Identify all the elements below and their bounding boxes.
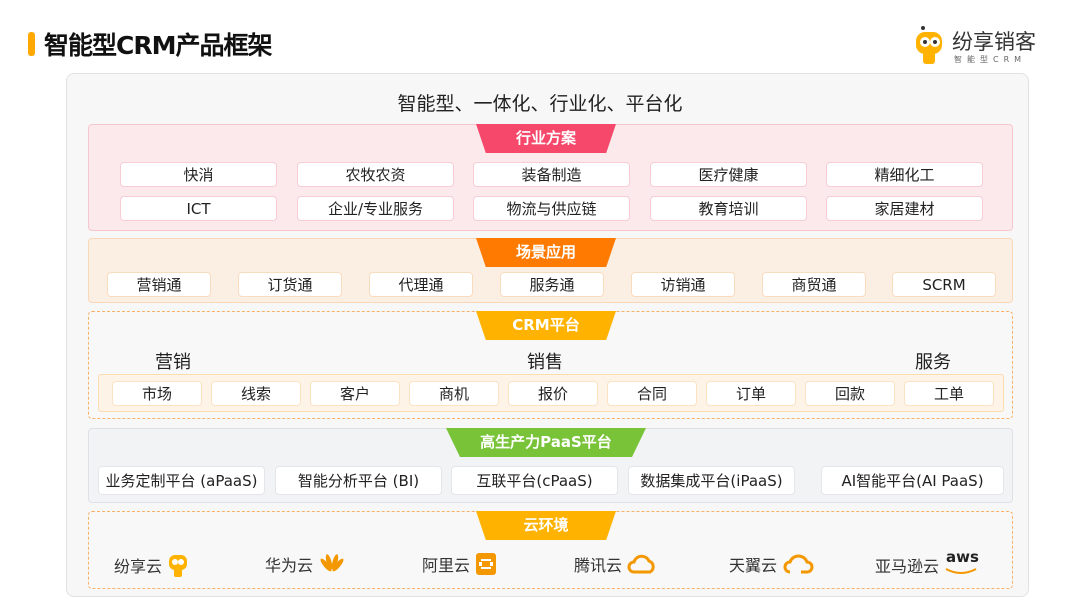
- cloud-fxiaoke: 纷享云: [114, 552, 189, 578]
- industry-item[interactable]: 装备制造: [473, 162, 630, 187]
- crm-module[interactable]: 客户: [310, 381, 400, 406]
- fxiaoke-bee-icon: [169, 555, 188, 577]
- aws-logo-text: aws: [946, 548, 979, 566]
- cloud-label: 亚马逊云: [875, 557, 940, 576]
- crm-module[interactable]: 订单: [706, 381, 796, 406]
- crm-module[interactable]: 回款: [805, 381, 895, 406]
- cloud-label: 天翼云: [729, 556, 778, 575]
- crm-module[interactable]: 商机: [409, 381, 499, 406]
- crm-module[interactable]: 报价: [508, 381, 598, 406]
- industry-tab: 行业方案: [476, 124, 616, 153]
- industry-item[interactable]: 农牧农资: [297, 162, 454, 187]
- cloud-label: 华为云: [265, 556, 314, 575]
- crm-module[interactable]: 线索: [211, 381, 301, 406]
- crm-tab: CRM平台: [476, 311, 616, 340]
- scenario-item[interactable]: 服务通: [500, 272, 604, 297]
- brand-logo: 纷享销客 智能型CRM: [912, 24, 1062, 68]
- cloud-label: 腾讯云: [574, 556, 623, 575]
- crm-module[interactable]: 合同: [607, 381, 697, 406]
- page-title: 智能型CRM产品框架: [44, 31, 272, 60]
- industry-item[interactable]: 家居建材: [826, 196, 983, 221]
- cloud-tencent: 腾讯云: [574, 552, 657, 576]
- scenario-item[interactable]: 订货通: [238, 272, 342, 297]
- bee-mascot-icon: [916, 26, 942, 64]
- industry-item[interactable]: 快消: [120, 162, 277, 187]
- cloud-aliyun: 阿里云: [422, 552, 497, 576]
- industry-item[interactable]: 精细化工: [826, 162, 983, 187]
- crm-group-sales: 销售: [527, 352, 563, 373]
- aliyun-icon: [476, 553, 497, 575]
- paas-platform[interactable]: 互联平台(cPaaS): [451, 466, 618, 495]
- industry-item[interactable]: 医疗健康: [650, 162, 807, 187]
- scenario-item[interactable]: 代理通: [369, 272, 473, 297]
- industry-item[interactable]: 物流与供应链: [473, 196, 630, 221]
- logo-name: 纷享销客: [952, 30, 1036, 54]
- scenario-item[interactable]: SCRM: [892, 272, 996, 297]
- crm-group-marketing: 营销: [155, 352, 191, 373]
- paas-platform[interactable]: 数据集成平台(iPaaS): [628, 466, 795, 495]
- paas-platform[interactable]: AI智能平台(AI PaaS): [821, 466, 1004, 495]
- cloud-tab: 云环境: [476, 511, 616, 540]
- industry-item[interactable]: 教育培训: [650, 196, 807, 221]
- paas-platform[interactable]: 业务定制平台 (aPaaS): [98, 466, 265, 495]
- crm-group-service: 服务: [915, 352, 951, 373]
- tencent-cloud-icon: [627, 554, 655, 574]
- crm-module[interactable]: 工单: [904, 381, 994, 406]
- scenario-item[interactable]: 访销通: [631, 272, 735, 297]
- cloud-label: 阿里云: [422, 556, 471, 575]
- logo-subtitle: 智能型CRM: [954, 55, 1027, 64]
- framework-subtitle: 智能型、一体化、行业化、平台化: [397, 93, 683, 115]
- crm-module[interactable]: 市场: [112, 381, 202, 406]
- cloud-aws: 亚马逊云 aws: [875, 548, 979, 578]
- cloud-tianyi: 天翼云: [729, 552, 814, 576]
- cloud-huawei: 华为云: [265, 552, 346, 576]
- industry-item[interactable]: 企业/专业服务: [297, 196, 454, 221]
- paas-tab: 高生产力PaaS平台: [446, 428, 646, 457]
- title-accent-bar: [28, 32, 35, 56]
- cloud-label: 纷享云: [114, 557, 163, 576]
- industry-item[interactable]: ICT: [120, 196, 277, 221]
- scenario-item[interactable]: 商贸通: [762, 272, 866, 297]
- huawei-icon: [320, 554, 344, 572]
- paas-platform[interactable]: 智能分析平台 (BI): [275, 466, 442, 495]
- scenario-tab: 场景应用: [476, 238, 616, 267]
- scenario-item[interactable]: 营销通: [107, 272, 211, 297]
- aws-icon: aws: [944, 548, 979, 578]
- tianyi-cloud-icon: [783, 554, 814, 574]
